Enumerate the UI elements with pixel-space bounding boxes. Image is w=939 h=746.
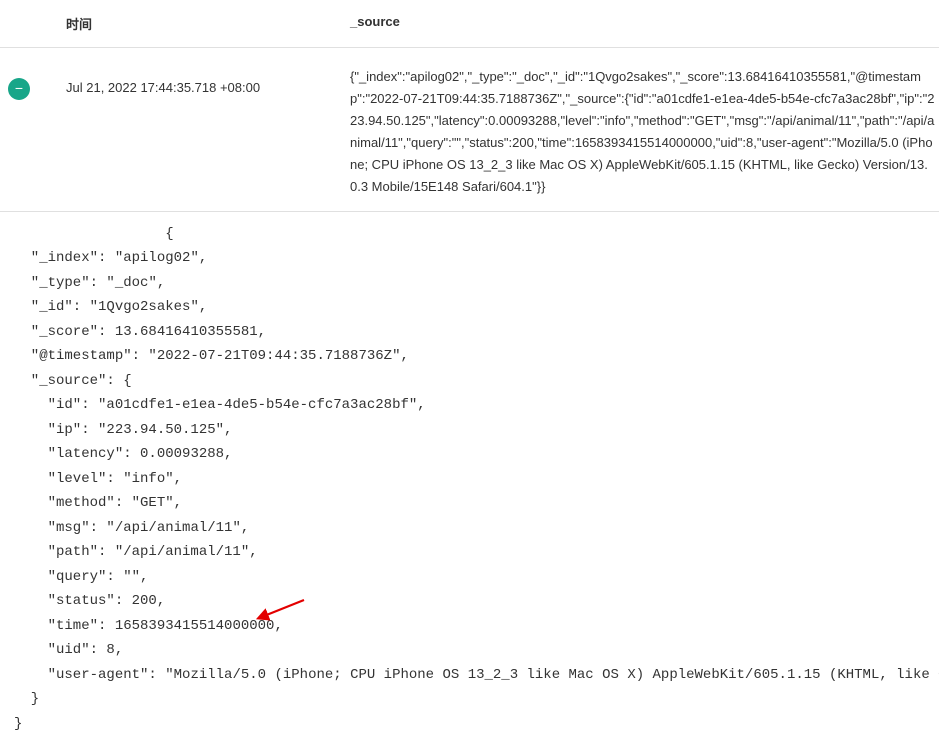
collapse-button[interactable]: − <box>8 78 30 100</box>
expanded-json: { "_index": "apilog02", "_type": "_doc",… <box>0 212 939 746</box>
json-src-ip: 223.94.50.125 <box>106 422 215 438</box>
json-score: 13.68416410355581 <box>115 324 258 340</box>
time-column-header: 时间 <box>40 14 340 33</box>
json-src-path: /api/animal/11 <box>123 544 241 560</box>
json-src-id: a01cdfe1-e1ea-4de5-b54e-cfc7a3ac28bf <box>106 397 408 413</box>
json-src-latency: 0.00093288 <box>140 446 224 462</box>
json-index: apilog02 <box>123 250 190 266</box>
time-cell: Jul 21, 2022 17:44:35.718 +08:00 <box>40 60 340 95</box>
source-column-header: _source <box>340 14 939 33</box>
table-header: 时间 _source <box>0 0 939 48</box>
json-timestamp: 2022-07-21T09:44:35.7188736Z <box>157 348 392 364</box>
json-type: _doc <box>115 275 149 291</box>
source-cell: {"_index":"apilog02","_type":"_doc","_id… <box>340 60 939 199</box>
log-row: − Jul 21, 2022 17:44:35.718 +08:00 {"_in… <box>0 48 939 212</box>
json-src-status: 200 <box>132 593 157 609</box>
json-id: 1Qvgo2sakes <box>98 299 190 315</box>
json-src-level: info <box>132 471 166 487</box>
minus-icon: − <box>15 81 23 95</box>
json-src-method: GET <box>140 495 165 511</box>
json-src-time: 1658393415514000000 <box>115 618 275 634</box>
json-src-ua: Mozilla/5.0 (iPhone; CPU iPhone OS 13_2_… <box>174 667 939 683</box>
json-src-uid: 8 <box>106 642 114 658</box>
json-src-msg: /api/animal/11 <box>115 520 233 536</box>
